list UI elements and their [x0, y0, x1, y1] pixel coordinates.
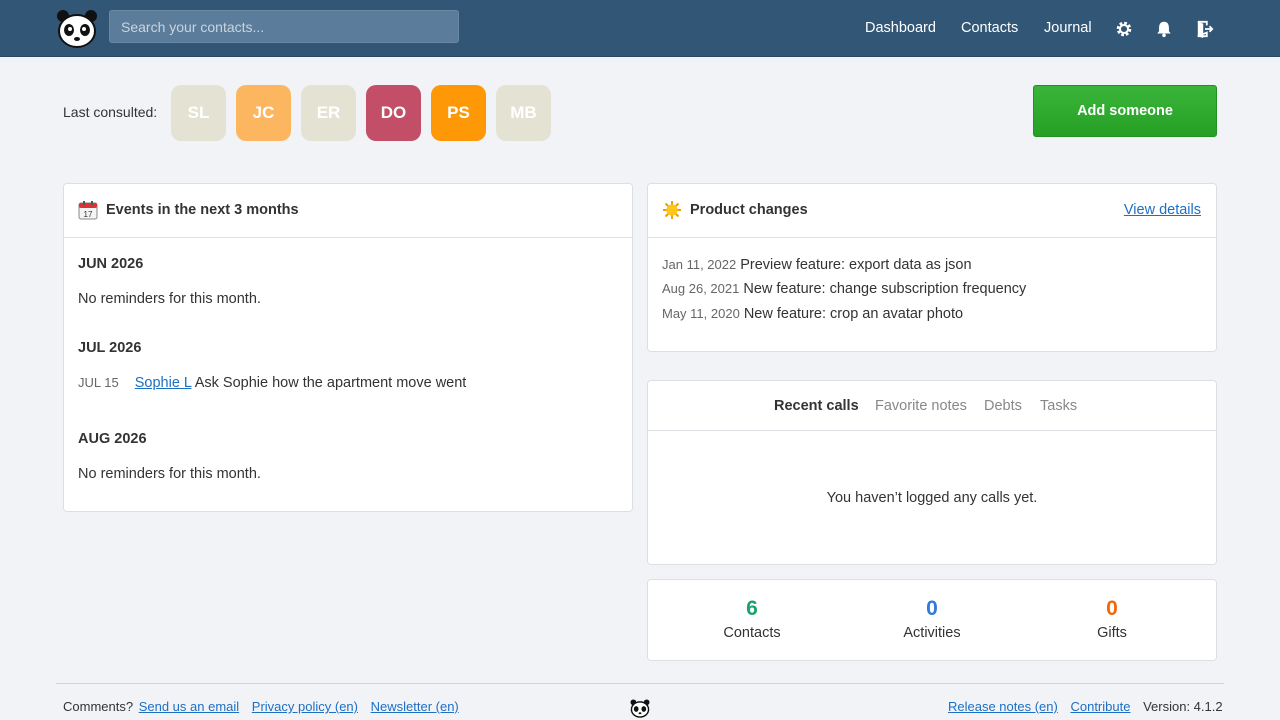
- contact-avatar[interactable]: DO: [366, 85, 421, 141]
- change-date: Jan 11, 2022: [662, 257, 737, 272]
- reminder-text: Ask Sophie how the apartment move went: [194, 375, 467, 391]
- change-date: Aug 26, 2021: [662, 281, 740, 296]
- events-card: 17 Events in the next 3 months JUN 2026 …: [63, 183, 633, 512]
- product-changes-title: Product changes: [690, 202, 808, 218]
- product-change-item: Aug 26, 2021 New feature: change subscrip…: [662, 281, 1026, 297]
- month-heading: JUN 2026: [78, 256, 144, 272]
- stat-value: 0: [1106, 597, 1118, 620]
- stat-label: Activities: [903, 625, 961, 641]
- events-title: Events in the next 3 months: [106, 202, 299, 218]
- contact-avatar[interactable]: SL: [171, 85, 226, 141]
- product-change-item: May 11, 2020 New feature: crop an avatar …: [662, 306, 963, 322]
- stat-label: Contacts: [723, 625, 781, 641]
- last-consulted-label: Last consulted:: [63, 104, 158, 120]
- contact-avatar[interactable]: MB: [496, 85, 551, 141]
- privacy-policy-link[interactable]: Privacy policy (en): [252, 699, 358, 714]
- reminder-row: JUL 15 Sophie L Ask Sophie how the apart…: [78, 375, 466, 391]
- month-heading: AUG 2026: [78, 431, 147, 447]
- footer-right: Release notes (en) Contribute Version: 4…: [948, 699, 1223, 714]
- change-text: New feature: crop an avatar photo: [743, 306, 964, 322]
- gear-icon[interactable]: [1115, 20, 1133, 38]
- nav-contacts[interactable]: Contacts: [961, 20, 1018, 36]
- calendar-icon: 17: [78, 201, 98, 220]
- nav-journal[interactable]: Journal: [1044, 20, 1092, 36]
- change-text: New feature: change subscription frequen…: [743, 281, 1027, 297]
- stat-label: Gifts: [1097, 625, 1127, 641]
- product-changes-header: Product changes View details: [648, 184, 1216, 238]
- send-email-link[interactable]: Send us an email: [139, 699, 239, 714]
- release-notes-link[interactable]: Release notes (en): [948, 699, 1058, 714]
- tab-tasks[interactable]: Tasks: [1040, 398, 1077, 414]
- events-card-header: 17 Events in the next 3 months: [64, 184, 632, 238]
- stat-gifts[interactable]: 0 Gifts: [1022, 580, 1202, 641]
- contact-avatar[interactable]: ER: [301, 85, 356, 141]
- top-navbar: Dashboard Contacts Journal: [0, 0, 1280, 57]
- panda-logo-icon[interactable]: [56, 9, 98, 49]
- no-reminders-text: No reminders for this month.: [78, 466, 261, 482]
- stat-value: 0: [926, 597, 938, 620]
- reminder-date: JUL 15: [78, 375, 119, 390]
- tab-favorite-notes[interactable]: Favorite notes: [875, 398, 967, 414]
- tab-recent-calls[interactable]: Recent calls: [774, 398, 859, 414]
- no-reminders-text: No reminders for this month.: [78, 291, 261, 307]
- panda-footer-icon: [630, 699, 650, 718]
- contact-avatar[interactable]: PS: [431, 85, 486, 141]
- add-someone-button[interactable]: Add someone: [1033, 85, 1217, 137]
- change-date: May 11, 2020: [662, 306, 740, 321]
- stat-activities[interactable]: 0 Activities: [842, 580, 1022, 641]
- empty-calls-message: You haven’t logged any calls yet.: [826, 490, 1038, 506]
- reminder-contact-link[interactable]: Sophie L: [135, 375, 192, 391]
- bell-icon[interactable]: [1155, 20, 1173, 38]
- footer-left: Comments? Send us an email Privacy polic…: [63, 699, 459, 714]
- tab-bar: Recent calls Favorite notes Debts Tasks: [648, 381, 1216, 431]
- stats-card: 6 Contacts 0 Activities 0 Gifts: [647, 579, 1217, 661]
- nav-dashboard[interactable]: Dashboard: [865, 20, 936, 36]
- tab-debts[interactable]: Debts: [984, 398, 1022, 414]
- stat-value: 6: [746, 597, 758, 620]
- stat-contacts[interactable]: 6 Contacts: [662, 580, 842, 641]
- comments-label: Comments?: [63, 699, 134, 714]
- month-heading: JUL 2026: [78, 340, 142, 356]
- product-change-item: Jan 11, 2022 Preview feature: export data…: [662, 257, 972, 273]
- newsletter-link[interactable]: Newsletter (en): [371, 699, 459, 714]
- sun-icon: [663, 201, 681, 219]
- contact-avatar[interactable]: JC: [236, 85, 291, 141]
- contribute-link[interactable]: Contribute: [1070, 699, 1130, 714]
- svg-text:17: 17: [84, 210, 93, 219]
- footer-divider: [56, 683, 1224, 684]
- activity-tabs-card: Recent calls Favorite notes Debts Tasks …: [647, 380, 1217, 565]
- change-text: Preview feature: export data as json: [740, 257, 972, 273]
- logout-icon[interactable]: [1196, 20, 1214, 38]
- product-changes-card: Product changes View details Jan 11, 202…: [647, 183, 1217, 352]
- version-label: Version: 4.1.2: [1143, 699, 1223, 714]
- view-details-link[interactable]: View details: [1124, 202, 1201, 218]
- search-input[interactable]: [109, 10, 459, 43]
